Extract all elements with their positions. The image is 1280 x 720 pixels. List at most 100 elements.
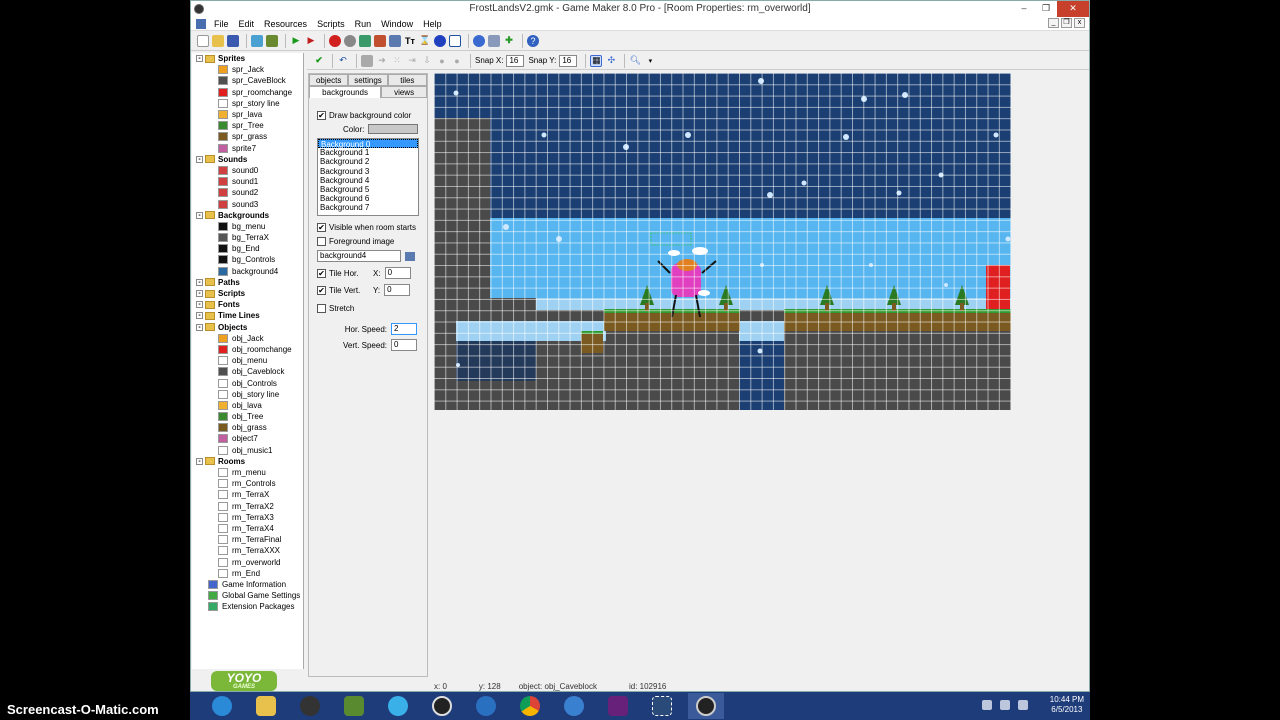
taskbar-app3[interactable] [556, 693, 592, 719]
clear-icon[interactable] [361, 54, 373, 67]
vert-speed-input[interactable]: 0 [391, 339, 417, 351]
tree-item[interactable]: bg_Controls [192, 254, 303, 265]
background-list-item[interactable]: Background 6 [318, 194, 418, 203]
background-list-item[interactable]: Background 7 [318, 203, 418, 212]
script-icon[interactable] [389, 34, 401, 47]
tree-item[interactable]: sound0 [192, 165, 303, 176]
tree-item[interactable]: spr_story line [192, 98, 303, 109]
background-list[interactable]: Background 0 Background 1 Background 2 Back… [317, 138, 419, 216]
tree-item[interactable]: background4 [192, 266, 303, 277]
volume-icon[interactable] [1018, 700, 1028, 710]
background-list-item[interactable]: Background 4 [318, 176, 418, 185]
tree-item[interactable]: Game Information [192, 579, 303, 590]
tree-item[interactable]: spr_CaveBlock [192, 75, 303, 86]
background-select[interactable]: background4 [317, 250, 401, 262]
lock-icon[interactable]: ● [436, 55, 448, 67]
sound-icon[interactable] [344, 34, 356, 47]
expand-icon[interactable]: - [196, 301, 203, 309]
background-list-item[interactable]: Background 5 [318, 185, 418, 194]
expand-icon[interactable]: - [196, 278, 203, 286]
tree-item[interactable]: object7 [192, 433, 303, 444]
object-icon[interactable] [434, 34, 446, 47]
tree-item[interactable]: obj_lava [192, 400, 303, 411]
mdi-close-button[interactable]: x [1074, 18, 1085, 28]
tree-item[interactable]: spr_lava [192, 109, 303, 120]
menu-edit[interactable]: Edit [234, 19, 260, 29]
create-executable-icon[interactable] [251, 34, 263, 47]
tile-vert-checkbox[interactable]: ✔ Tile Vert. [317, 283, 373, 297]
tree-item[interactable]: Extension Packages [192, 601, 303, 612]
minimize-button[interactable]: – [1013, 1, 1035, 17]
tree-item[interactable]: rm_TerraXXX [192, 545, 303, 556]
tree-item[interactable]: rm_TerraX3 [192, 512, 303, 523]
tab-objects[interactable]: objects [309, 74, 349, 86]
open-icon[interactable] [212, 34, 224, 47]
tree-item[interactable]: spr_roomchange [192, 87, 303, 98]
menu-file[interactable]: File [209, 19, 234, 29]
tree-group[interactable]: - Fonts [192, 299, 303, 310]
taskbar-screencast[interactable] [644, 693, 680, 719]
expand-icon[interactable]: - [196, 457, 203, 465]
sort-y-icon[interactable]: ⇩ [421, 55, 433, 67]
hor-speed-input[interactable]: 2 [391, 323, 417, 335]
confirm-icon[interactable]: ✔ [313, 55, 325, 67]
room-icon-button[interactable] [449, 34, 461, 47]
menu-help[interactable]: Help [418, 19, 447, 29]
expand-icon[interactable]: - [196, 323, 203, 331]
background-list-item[interactable]: Background 0 [318, 139, 418, 149]
tree-item[interactable]: spr_Jack [192, 64, 303, 75]
tree-item[interactable]: obj_menu [192, 355, 303, 366]
tree-item[interactable]: obj_story line [192, 389, 303, 400]
tree-item[interactable]: rm_TerraX4 [192, 523, 303, 534]
game-information-icon[interactable] [473, 34, 485, 47]
tree-group[interactable]: - Rooms [192, 456, 303, 467]
zoom-icon[interactable]: 🔍︎ [629, 55, 641, 67]
tree-item[interactable]: rm_End [192, 568, 303, 579]
tree-item[interactable]: rm_TerraX [192, 489, 303, 500]
menu-run[interactable]: Run [350, 19, 377, 29]
tree-item[interactable]: obj_Controls [192, 377, 303, 388]
expand-icon[interactable]: - [196, 55, 203, 63]
network-tray-icon[interactable] [1000, 700, 1010, 710]
stretch-checkbox[interactable]: Stretch [317, 301, 419, 315]
tree-item[interactable]: obj_grass [192, 422, 303, 433]
unlock-icon[interactable]: ● [451, 55, 463, 67]
tree-item[interactable]: obj_roomchange [192, 344, 303, 355]
taskbar-app1[interactable] [380, 693, 416, 719]
extension-icon[interactable]: ✚ [503, 35, 515, 47]
tree-item[interactable]: spr_Tree [192, 120, 303, 131]
tree-group[interactable]: - Sprites [192, 53, 303, 64]
tab-settings[interactable]: settings [348, 74, 388, 86]
timeline-icon[interactable]: ⌛ [419, 35, 431, 47]
tree-item[interactable]: spr_grass [192, 131, 303, 142]
tree-item[interactable]: obj_Tree [192, 411, 303, 422]
x-input[interactable]: 0 [384, 267, 411, 279]
tile-hor-checkbox[interactable]: ✔ Tile Hor. [317, 266, 373, 280]
tab-backgrounds[interactable]: backgrounds [309, 86, 382, 98]
background-icon[interactable] [359, 34, 371, 47]
expand-icon[interactable]: - [196, 312, 203, 320]
chevron-up-icon[interactable] [982, 700, 992, 710]
tree-item[interactable]: rm_TerraX2 [192, 501, 303, 512]
publish-icon[interactable] [266, 34, 278, 47]
tree-group[interactable]: - Scripts [192, 288, 303, 299]
clock[interactable]: 10:44 PM 6/5/2013 [1050, 695, 1084, 715]
tree-group[interactable]: - Paths [192, 277, 303, 288]
tree-item[interactable]: Global Game Settings [192, 590, 303, 601]
menu-window[interactable]: Window [376, 19, 418, 29]
run-icon[interactable]: ▶ [290, 35, 302, 47]
tree-group[interactable]: - Objects [192, 322, 303, 333]
taskbar-minecraft[interactable] [336, 693, 372, 719]
taskbar-steam[interactable] [292, 693, 328, 719]
taskbar-chrome[interactable] [512, 693, 548, 719]
expand-icon[interactable]: - [196, 211, 203, 219]
mdi-restore-button[interactable]: ❐ [1061, 18, 1072, 28]
tree-item[interactable]: rm_overworld [192, 556, 303, 567]
tree-item[interactable]: rm_TerraFinal [192, 534, 303, 545]
tree-item[interactable]: sound3 [192, 198, 303, 209]
tree-item[interactable]: sound1 [192, 176, 303, 187]
tree-group[interactable]: - Time Lines [192, 310, 303, 321]
tree-item[interactable]: obj_music1 [192, 445, 303, 456]
path-icon[interactable] [374, 34, 386, 47]
grid-toggle-icon[interactable]: ▦ [590, 54, 603, 67]
